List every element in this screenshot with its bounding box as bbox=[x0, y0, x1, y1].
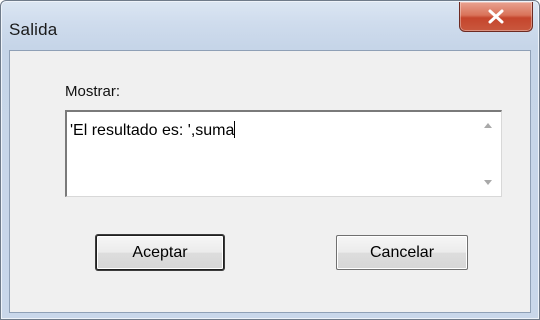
mostrar-label: Mostrar: bbox=[65, 83, 121, 100]
text-caret bbox=[234, 121, 236, 138]
vertical-scrollbar[interactable] bbox=[475, 112, 501, 196]
close-button[interactable] bbox=[459, 2, 533, 32]
window-title: Salida bbox=[9, 20, 58, 39]
cancelar-button[interactable]: Cancelar bbox=[336, 235, 468, 270]
textarea-value: 'El resultado es: ',suma bbox=[70, 122, 235, 139]
scroll-down-arrow-icon[interactable] bbox=[479, 173, 497, 191]
mostrar-textarea[interactable]: 'El resultado es: ',suma bbox=[65, 110, 502, 197]
aceptar-button[interactable]: Aceptar bbox=[96, 235, 224, 270]
dialog-window: Salida Mostrar: 'El resultado es: ',suma… bbox=[0, 0, 540, 320]
close-icon bbox=[488, 9, 504, 24]
scroll-up-arrow-icon[interactable] bbox=[479, 117, 497, 135]
dialog-body: Mostrar: 'El resultado es: ',suma Acepta… bbox=[9, 50, 531, 313]
